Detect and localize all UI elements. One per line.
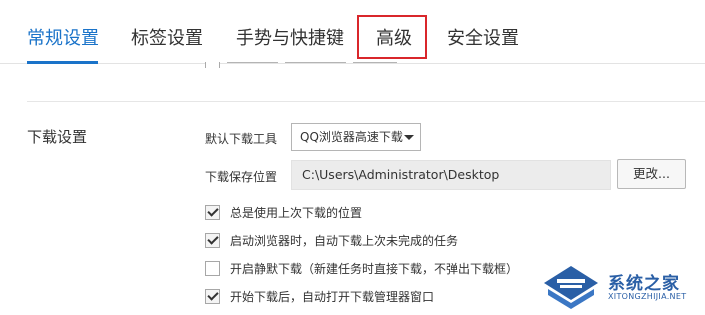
clipped-checkbox xyxy=(205,62,220,68)
watermark-title: 系统之家 xyxy=(608,274,680,294)
default-download-tool-value: QQ浏览器高速下载 xyxy=(300,130,403,144)
option-label: 总是使用上次下载的位置 xyxy=(230,206,363,220)
change-path-button[interactable]: 更改... xyxy=(617,159,686,189)
tab-security[interactable]: 安全设置 xyxy=(447,26,519,52)
dropdown-arrow-icon xyxy=(404,135,414,140)
section-divider xyxy=(27,101,705,102)
watermark-subtitle: XITONGZHIJIA.NET xyxy=(608,292,687,301)
clipped-option-row xyxy=(205,62,415,68)
default-download-tool-select[interactable]: QQ浏览器高速下载 xyxy=(291,123,421,151)
watermark-logo-icon xyxy=(544,266,598,309)
settings-tab-bar: 常规设置 标签设置 手势与快捷键 高级 安全设置 xyxy=(0,0,705,64)
default-download-tool-label: 默认下载工具 xyxy=(205,132,278,146)
checkbox-checked[interactable] xyxy=(205,289,220,304)
tab-general[interactable]: 常规设置 xyxy=(27,26,99,52)
active-tab-indicator xyxy=(27,61,98,64)
advanced-tab-highlight-box xyxy=(357,15,427,59)
clipped-option-text xyxy=(227,62,397,63)
save-path-field[interactable]: C:\Users\Administrator\Desktop xyxy=(291,160,611,190)
tab-tabs-settings[interactable]: 标签设置 xyxy=(131,26,203,52)
option-label: 开启静默下载（新建任务时直接下载，不弹出下载框） xyxy=(230,262,519,276)
checkbox-checked[interactable] xyxy=(205,233,220,248)
option-label: 启动浏览器时，自动下载上次未完成的任务 xyxy=(230,234,459,248)
download-section-title: 下载设置 xyxy=(27,128,88,146)
checkbox-checked[interactable] xyxy=(205,205,220,220)
tab-gestures-shortcuts[interactable]: 手势与快捷键 xyxy=(236,26,344,52)
checkbox-unchecked[interactable] xyxy=(205,261,220,276)
option-label: 开始下载后，自动打开下载管理器窗口 xyxy=(230,290,435,304)
site-watermark: 系统之家 XITONGZHIJIA.NET xyxy=(540,263,700,313)
save-path-label: 下载保存位置 xyxy=(205,170,278,184)
